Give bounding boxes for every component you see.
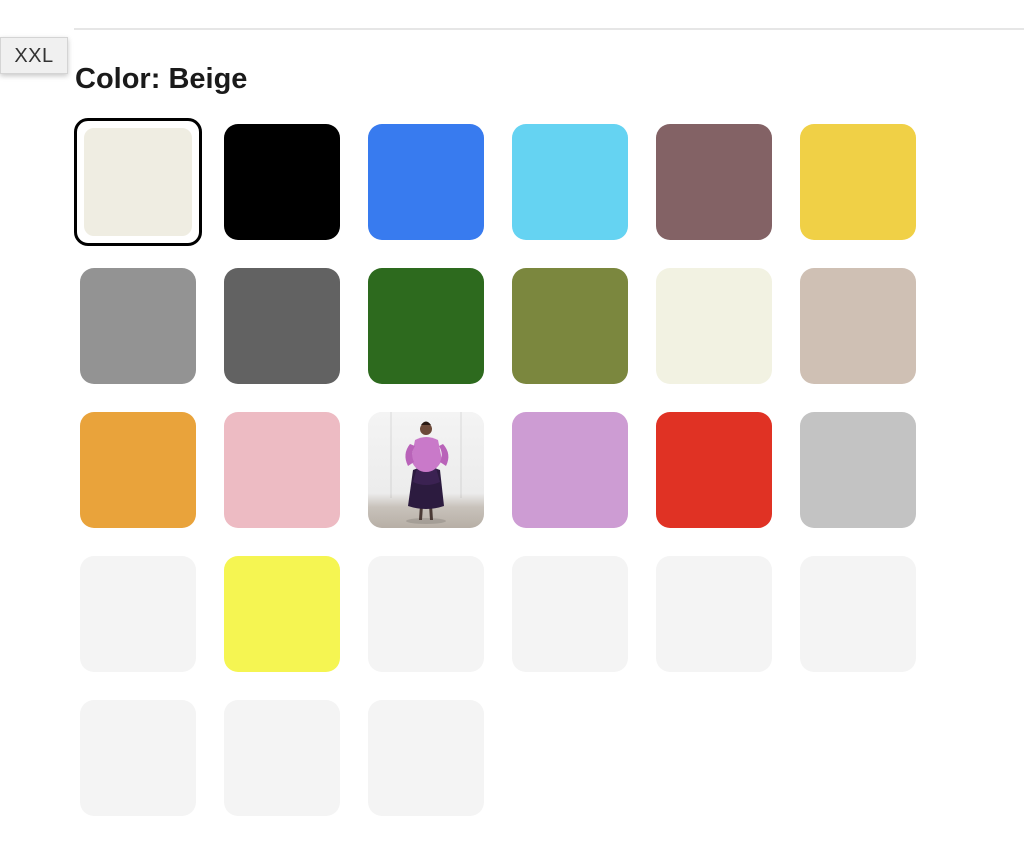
color-swatch-fill (800, 412, 916, 528)
color-swatch-fill (512, 412, 628, 528)
color-swatch-fill (224, 700, 340, 816)
color-swatch[interactable] (800, 556, 916, 672)
color-swatch[interactable] (224, 556, 340, 672)
color-swatch-fill (224, 412, 340, 528)
color-swatch[interactable] (368, 556, 484, 672)
color-swatch[interactable] (368, 412, 484, 528)
color-swatch-fill (224, 556, 340, 672)
color-swatch[interactable] (656, 124, 772, 240)
color-swatch-fill (800, 124, 916, 240)
color-swatch-fill (80, 412, 196, 528)
color-swatch[interactable] (512, 412, 628, 528)
color-swatch[interactable] (224, 412, 340, 528)
color-swatch[interactable] (800, 412, 916, 528)
color-swatch-fill (224, 124, 340, 240)
color-swatch[interactable] (512, 124, 628, 240)
color-swatch-fill (80, 556, 196, 672)
size-tooltip: XXL (0, 37, 68, 74)
color-heading-prefix: Color: (75, 63, 169, 95)
color-swatch-fill (656, 412, 772, 528)
color-swatch[interactable] (800, 268, 916, 384)
color-swatch-fill (512, 556, 628, 672)
product-options-panel: XXL Color: Beige (0, 0, 1024, 848)
color-swatch[interactable] (800, 124, 916, 240)
color-swatch[interactable] (80, 268, 196, 384)
color-swatch[interactable] (80, 700, 196, 816)
color-swatch-fill (368, 268, 484, 384)
color-heading: Color: Beige (75, 63, 247, 96)
section-divider (74, 28, 1024, 30)
color-swatch[interactable] (74, 118, 202, 246)
color-swatch[interactable] (224, 700, 340, 816)
color-swatch-fill (656, 124, 772, 240)
color-swatch[interactable] (656, 268, 772, 384)
color-swatch-fill (800, 268, 916, 384)
color-swatch[interactable] (368, 700, 484, 816)
color-swatch[interactable] (512, 268, 628, 384)
color-swatch-grid (74, 118, 916, 816)
color-swatch-fill (80, 268, 196, 384)
color-swatch-fill (80, 700, 196, 816)
color-swatch[interactable] (224, 268, 340, 384)
color-swatch[interactable] (368, 268, 484, 384)
color-swatch[interactable] (80, 412, 196, 528)
color-swatch-fill (656, 556, 772, 672)
color-swatch-fill (224, 268, 340, 384)
color-swatch-fill (368, 556, 484, 672)
color-swatch-fill (656, 268, 772, 384)
color-swatch[interactable] (368, 124, 484, 240)
color-swatch-fill (512, 268, 628, 384)
color-swatch-fill (80, 124, 196, 240)
color-swatch[interactable] (656, 556, 772, 672)
color-swatch-fill (368, 124, 484, 240)
color-swatch-fill (368, 700, 484, 816)
color-swatch-photo (368, 412, 484, 528)
color-swatch[interactable] (224, 124, 340, 240)
color-swatch[interactable] (80, 556, 196, 672)
color-swatch[interactable] (512, 556, 628, 672)
color-swatch[interactable] (656, 412, 772, 528)
color-swatch-fill (800, 556, 916, 672)
color-swatch-fill (512, 124, 628, 240)
selected-color-name: Beige (168, 63, 248, 95)
